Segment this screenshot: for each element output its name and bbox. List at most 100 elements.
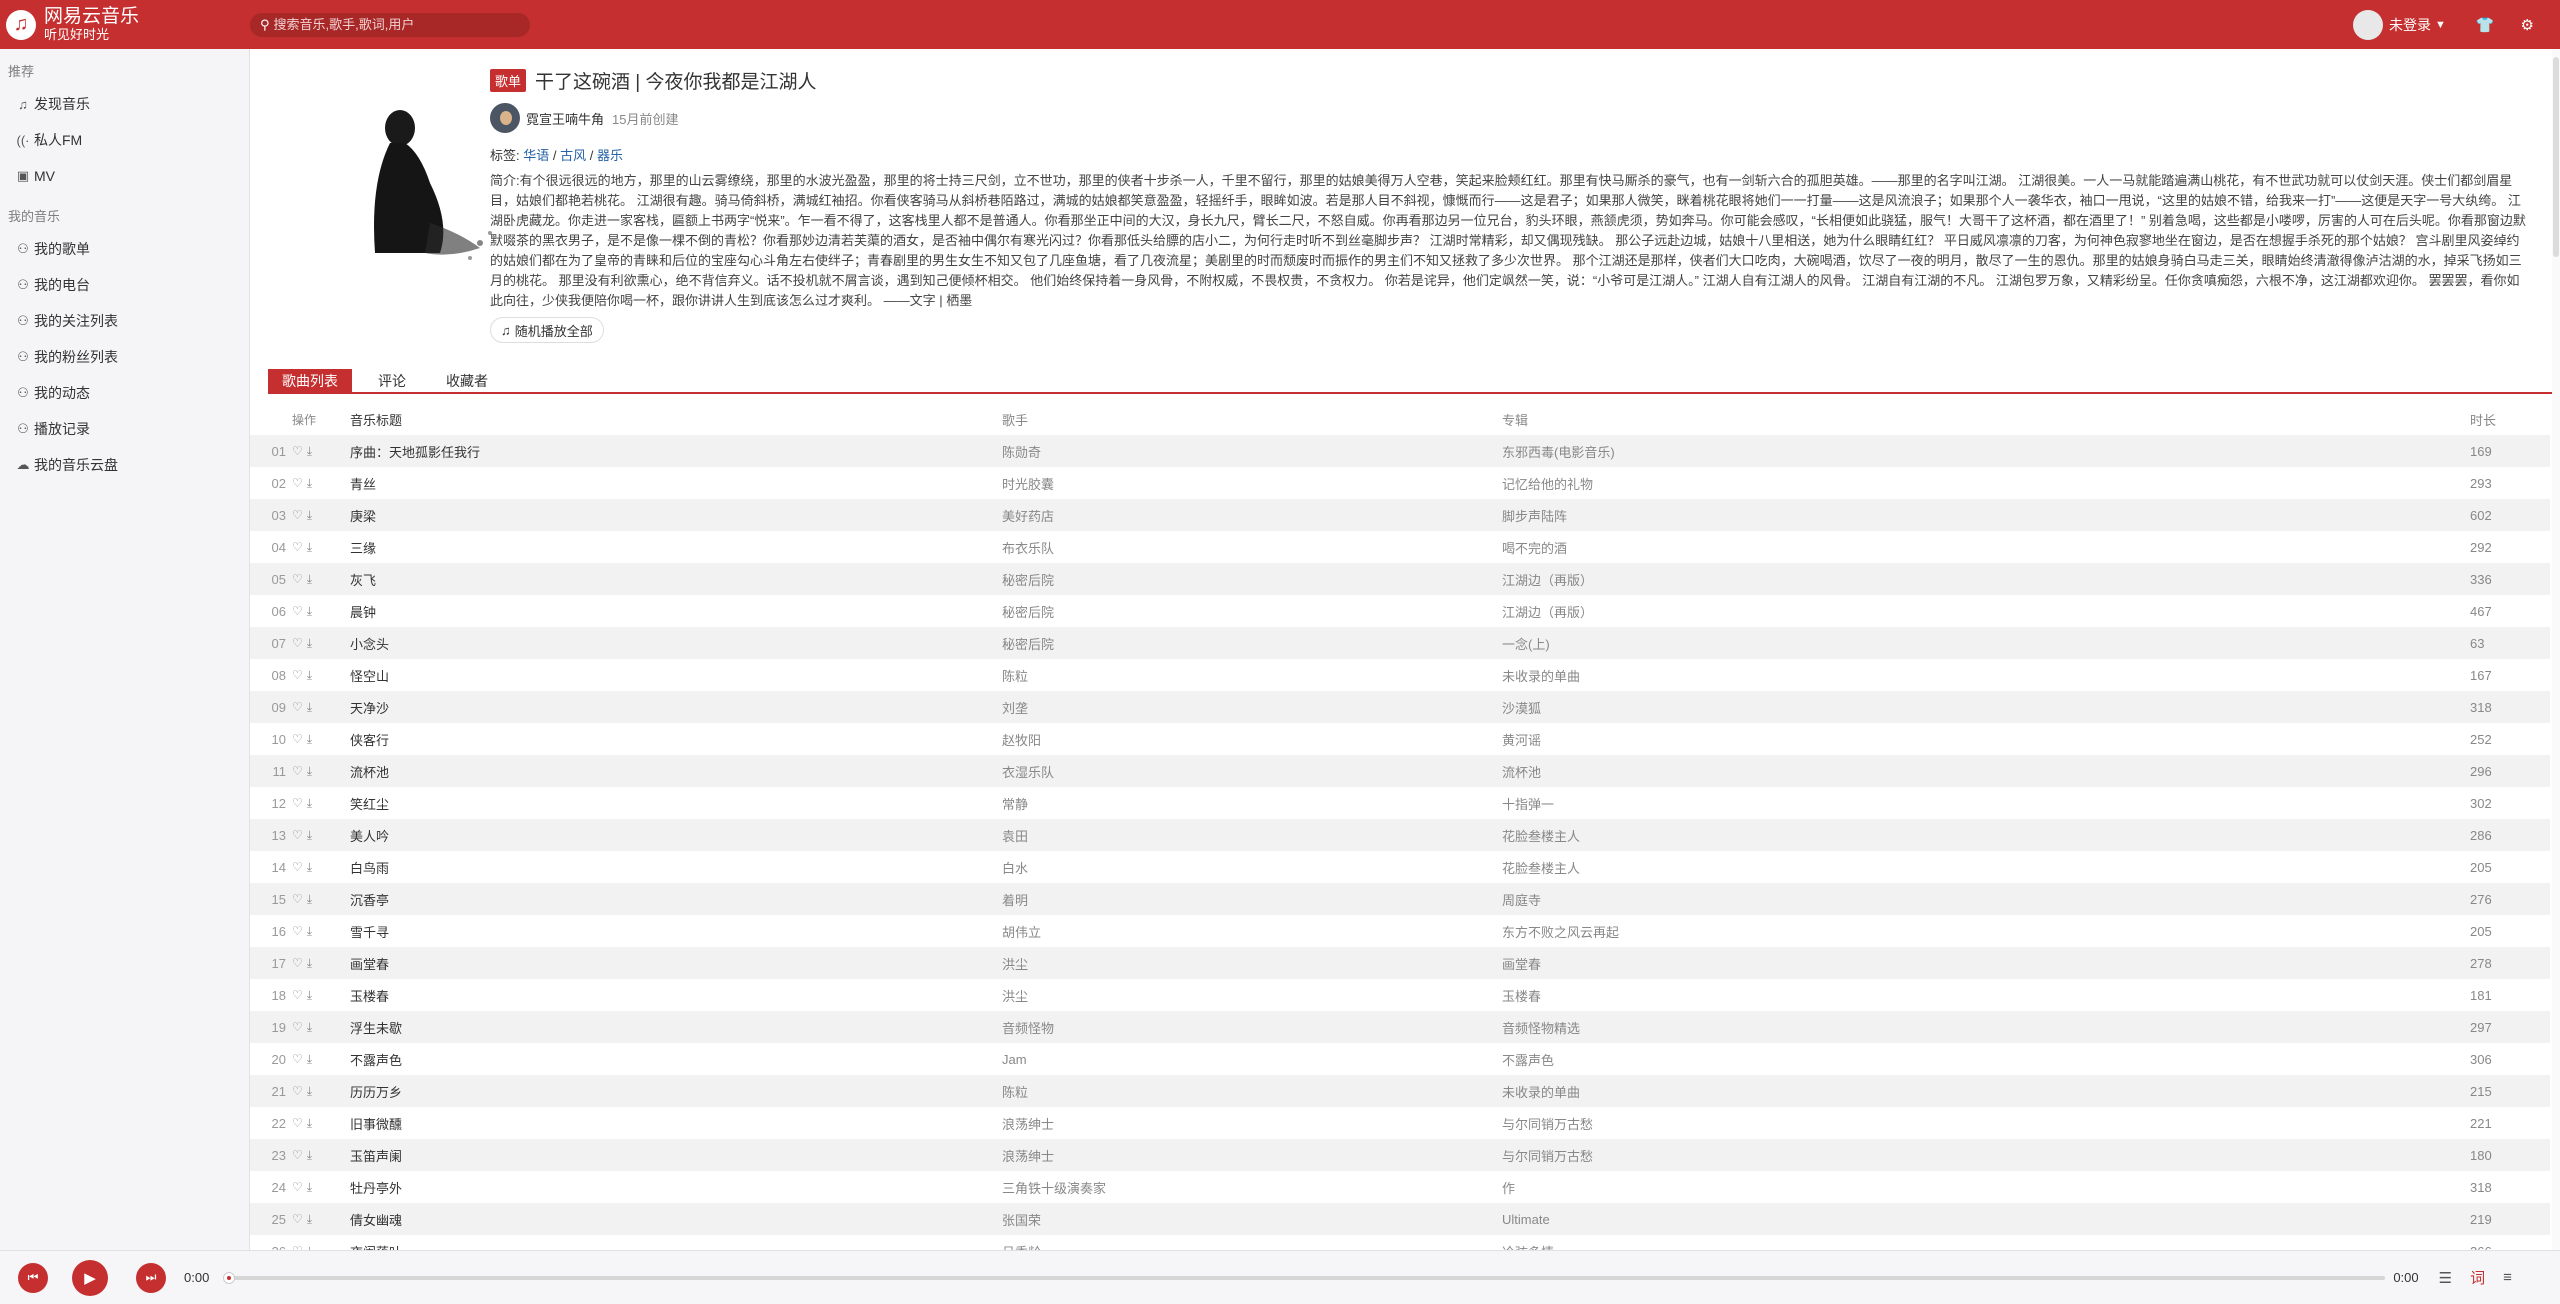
download-icon[interactable]: ⤓ xyxy=(307,444,312,458)
table-row[interactable]: 05 ♡ ⤓ 灰飞 秘密后院 江湖边（再版） 336 xyxy=(250,563,2550,595)
track-album[interactable]: 一念(上) xyxy=(1502,634,2470,653)
tag-link[interactable]: 华语 xyxy=(523,148,549,163)
track-artist[interactable]: 洪尘 xyxy=(1002,954,1502,973)
sidebar-item-my-radio[interactable]: ⚇ 我的电台 xyxy=(0,267,249,303)
heart-icon[interactable]: ♡ xyxy=(292,956,303,970)
heart-icon[interactable]: ♡ xyxy=(292,1052,303,1066)
track-title[interactable]: 流杯池 xyxy=(350,762,1002,781)
heart-icon[interactable]: ♡ xyxy=(292,1020,303,1034)
track-title[interactable]: 倩女幽魂 xyxy=(350,1210,1002,1229)
creator-name[interactable]: 霓宣王喃牛角 xyxy=(526,109,604,128)
sidebar-item-discover[interactable]: ♫ 发现音乐 xyxy=(0,86,249,122)
table-row[interactable]: 02 ♡ ⤓ 青丝 时光胶囊 记忆给他的礼物 293 xyxy=(250,467,2550,499)
heart-icon[interactable]: ♡ xyxy=(292,764,303,778)
heart-icon[interactable]: ♡ xyxy=(292,476,303,490)
track-artist[interactable]: 时光胶囊 xyxy=(1002,474,1502,493)
track-artist[interactable]: 胡伟立 xyxy=(1002,922,1502,941)
heart-icon[interactable]: ♡ xyxy=(292,444,303,458)
table-row[interactable]: 13 ♡ ⤓ 美人吟 袁田 花脸叁楼主人 286 xyxy=(250,819,2550,851)
heart-icon[interactable]: ♡ xyxy=(292,1116,303,1130)
track-title[interactable]: 旧事微醺 xyxy=(350,1114,1002,1133)
track-artist[interactable]: 着明 xyxy=(1002,890,1502,909)
track-album[interactable]: 未收录的单曲 xyxy=(1502,1082,2470,1101)
track-title[interactable]: 小念头 xyxy=(350,634,1002,653)
tab-song-list[interactable]: 歌曲列表 xyxy=(268,369,352,392)
download-icon[interactable]: ⤓ xyxy=(307,1212,312,1226)
download-icon[interactable]: ⤓ xyxy=(307,892,312,906)
track-album[interactable]: 江湖边（再版） xyxy=(1502,602,2470,621)
track-artist[interactable]: 衣湿乐队 xyxy=(1002,762,1502,781)
table-row[interactable]: 06 ♡ ⤓ 晨钟 秘密后院 江湖边（再版） 467 xyxy=(250,595,2550,627)
download-icon[interactable]: ⤓ xyxy=(307,668,312,682)
table-row[interactable]: 24 ♡ ⤓ 牡丹亭外 三角铁十级演奏家作 318 xyxy=(250,1171,2550,1203)
search-input[interactable] xyxy=(273,17,504,32)
table-row[interactable]: 03 ♡ ⤓ 庚梁 美好药店 脚步声陆阵 602 xyxy=(250,499,2550,531)
track-album[interactable]: 东方不败之风云再起 xyxy=(1502,922,2470,941)
track-album[interactable]: 江湖边（再版） xyxy=(1502,570,2470,589)
track-artist[interactable]: 陈粒 xyxy=(1002,1082,1502,1101)
table-row[interactable]: 22 ♡ ⤓ 旧事微醺 浪荡绅士 与尔同销万古愁 221 xyxy=(250,1107,2550,1139)
download-icon[interactable]: ⤓ xyxy=(307,1052,312,1066)
track-album[interactable]: 周庭寺 xyxy=(1502,890,2470,909)
download-icon[interactable]: ⤓ xyxy=(307,540,312,554)
track-artist[interactable]: 陈粒 xyxy=(1002,666,1502,685)
track-title[interactable]: 白鸟雨 xyxy=(350,858,1002,877)
download-icon[interactable]: ⤓ xyxy=(307,1020,312,1034)
lyrics-icon[interactable]: 词 xyxy=(2470,1267,2485,1288)
track-album[interactable]: Ultimate xyxy=(1502,1212,2470,1227)
download-icon[interactable]: ⤓ xyxy=(307,988,312,1002)
track-title[interactable]: 侠客行 xyxy=(350,730,1002,749)
track-album[interactable]: 记忆给他的礼物 xyxy=(1502,474,2470,493)
heart-icon[interactable]: ♡ xyxy=(292,892,303,906)
sidebar-item-fm[interactable]: ((· 私人FM xyxy=(0,122,249,158)
table-row[interactable]: 19 ♡ ⤓ 浮生未歇 音频怪物 音频怪物精选 297 xyxy=(250,1011,2550,1043)
track-artist[interactable]: 白水 xyxy=(1002,858,1502,877)
heart-icon[interactable]: ♡ xyxy=(292,604,303,618)
chevron-down-icon[interactable]: ▼ xyxy=(2435,19,2446,31)
table-row[interactable]: 12 ♡ ⤓ 笑红尘 常静 十指弹一 302 xyxy=(250,787,2550,819)
search-box[interactable]: ⚲ xyxy=(250,12,530,37)
track-artist[interactable]: 张国荣 xyxy=(1002,1210,1502,1229)
heart-icon[interactable]: ♡ xyxy=(292,732,303,746)
track-title[interactable]: 夜阑落叶 xyxy=(350,1242,1002,1251)
play-button[interactable]: ▶ xyxy=(72,1259,108,1296)
table-row[interactable]: 15 ♡ ⤓ 沉香亭 着明 周庭寺 276 xyxy=(250,883,2550,915)
heart-icon[interactable]: ♡ xyxy=(292,796,303,810)
track-album[interactable]: 黄河谣 xyxy=(1502,730,2470,749)
sidebar-item-history[interactable]: ⚇ 播放记录 xyxy=(0,411,249,447)
download-icon[interactable]: ⤓ xyxy=(307,924,312,938)
download-icon[interactable]: ⤓ xyxy=(307,828,312,842)
download-icon[interactable]: ⤓ xyxy=(307,604,312,618)
heart-icon[interactable]: ♡ xyxy=(292,1148,303,1162)
track-album[interactable]: 花脸叁楼主人 xyxy=(1502,826,2470,845)
track-artist[interactable]: 浪荡绅士 xyxy=(1002,1146,1502,1165)
download-icon[interactable]: ⤓ xyxy=(307,1084,312,1098)
heart-icon[interactable]: ♡ xyxy=(292,572,303,586)
heart-icon[interactable]: ♡ xyxy=(292,988,303,1002)
track-artist[interactable]: 布衣乐队 xyxy=(1002,538,1502,557)
download-icon[interactable]: ⤓ xyxy=(307,700,312,714)
track-title[interactable]: 历历万乡 xyxy=(350,1082,1002,1101)
header-artist[interactable]: 歌手 xyxy=(1002,410,1502,429)
track-album[interactable]: 作 xyxy=(1502,1178,2470,1197)
track-title[interactable]: 三缘 xyxy=(350,538,1002,557)
track-title[interactable]: 序曲：天地孤影任我行 xyxy=(350,442,1002,461)
heart-icon[interactable]: ♡ xyxy=(292,1084,303,1098)
track-artist[interactable]: 吕秀龄 xyxy=(1002,1242,1502,1251)
track-artist[interactable]: 音频怪物 xyxy=(1002,1018,1502,1037)
track-album[interactable]: 流杯池 xyxy=(1502,762,2470,781)
table-row[interactable]: 25 ♡ ⤓ 倩女幽魂 张国荣 Ultimate 219 xyxy=(250,1203,2550,1235)
heart-icon[interactable]: ♡ xyxy=(292,508,303,522)
table-row[interactable]: 21 ♡ ⤓ 历历万乡 陈粒 未收录的单曲 215 xyxy=(250,1075,2550,1107)
header-title[interactable]: 音乐标题 xyxy=(350,410,1002,429)
track-title[interactable]: 玉笛声阑 xyxy=(350,1146,1002,1165)
table-row[interactable]: 07 ♡ ⤓ 小念头 秘密后院 一念(上) 63 xyxy=(250,627,2550,659)
table-row[interactable]: 10 ♡ ⤓ 侠客行 赵牧阳 黄河谣 252 xyxy=(250,723,2550,755)
track-album[interactable]: 喝不完的酒 xyxy=(1502,538,2470,557)
track-title[interactable]: 沉香亭 xyxy=(350,890,1002,909)
scroll-thumb[interactable] xyxy=(2553,57,2559,257)
track-title[interactable]: 青丝 xyxy=(350,474,1002,493)
track-artist[interactable]: 赵牧阳 xyxy=(1002,730,1502,749)
heart-icon[interactable]: ♡ xyxy=(292,700,303,714)
tag-link[interactable]: 古风 xyxy=(560,148,586,163)
